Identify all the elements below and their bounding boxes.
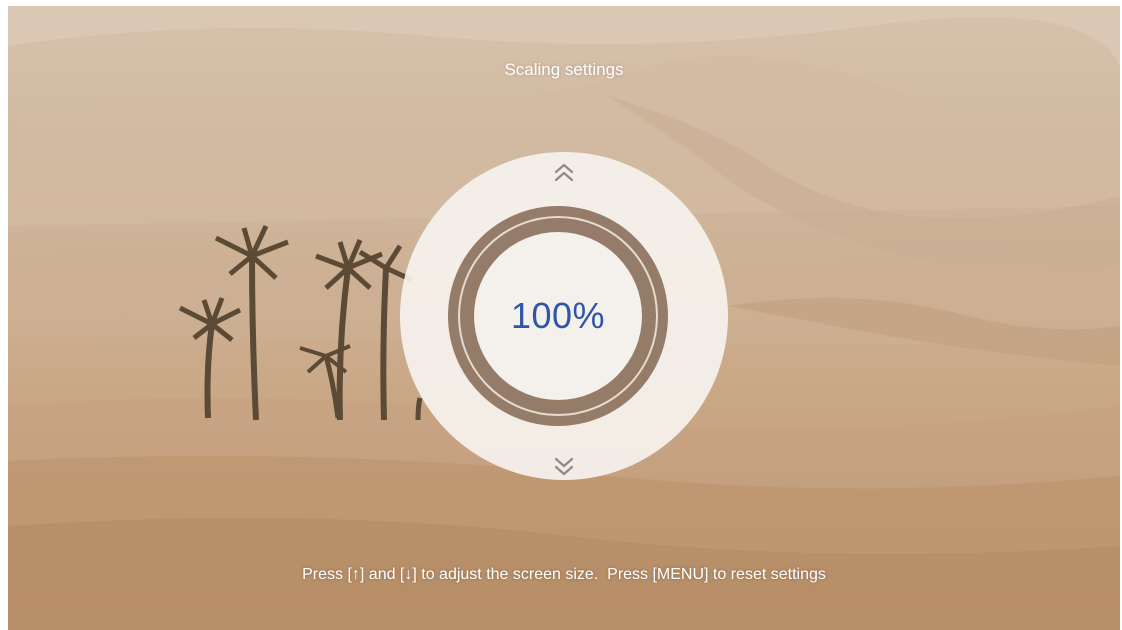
instruction-hint: Press [↑] and [↓] to adjust the screen s… bbox=[302, 566, 826, 583]
scale-display: 100% bbox=[474, 232, 642, 400]
scale-value: 100% bbox=[510, 295, 606, 336]
double-chevron-up-icon[interactable] bbox=[549, 162, 579, 184]
scale-ring: 100% bbox=[448, 206, 668, 426]
screen-title: Scaling settings bbox=[504, 60, 624, 79]
scaling-dial[interactable]: 100% bbox=[400, 152, 728, 480]
double-chevron-down-icon[interactable] bbox=[549, 455, 579, 477]
scaling-settings-screen: Scaling settings 100% Press [↑] and [↓] … bbox=[8, 6, 1120, 630]
